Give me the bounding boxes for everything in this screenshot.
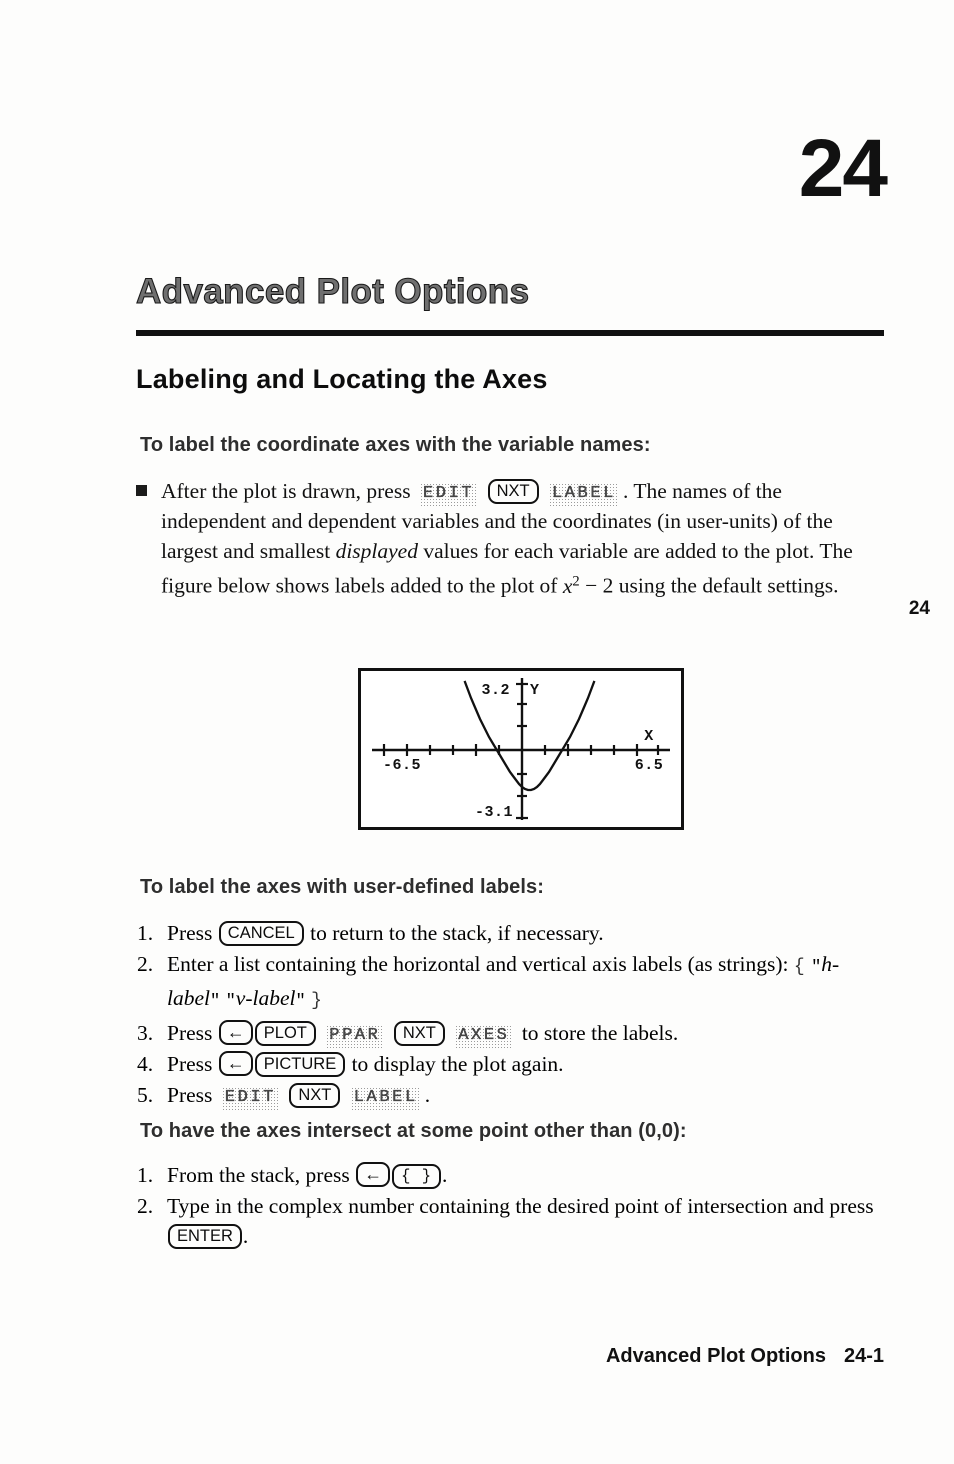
step-body: Press ← PLOT PPAR NXT AXES to store the l…: [167, 1018, 885, 1048]
bullet-paragraph-block: After the plot is drawn, press EDIT NXT …: [136, 476, 881, 601]
steps-axes-intersect: 1. From the stack, press ←{ }. 2. Type i…: [137, 1160, 885, 1252]
step-body: From the stack, press ←{ }.: [167, 1160, 885, 1190]
step-pre-text: Press: [167, 921, 213, 945]
softkey-edit[interactable]: EDIT: [221, 1087, 279, 1110]
quote-close-v: ": [295, 992, 306, 1011]
margin-chapter-tab: 24: [908, 598, 930, 619]
footer-page-number: 24-1: [843, 1345, 884, 1367]
list-item: 3. Press ← PLOT PPAR NXT AXES to store th…: [137, 1018, 885, 1048]
step-post-text: to return to the stack, if necessary.: [310, 921, 604, 945]
math-expression: x2: [562, 573, 580, 598]
list-item: 4. Press ← PICTURE to display the plot ag…: [137, 1049, 885, 1079]
key-nxt[interactable]: NXT: [487, 479, 539, 504]
softkey-ppar[interactable]: PPAR: [326, 1025, 384, 1048]
math-tail: − 2: [585, 573, 614, 598]
list-item: 2. Type in the complex number containing…: [137, 1191, 885, 1251]
step-post-text: .: [242, 1224, 249, 1248]
softkey-label[interactable]: LABEL: [548, 483, 619, 506]
key-nxt[interactable]: NXT: [289, 1083, 341, 1108]
bullet-text: After the plot is drawn, press EDIT NXT …: [161, 476, 881, 601]
step-body: Press EDIT NXT LABEL.: [167, 1080, 885, 1110]
quote-open-h: ": [811, 958, 822, 977]
key-nxt[interactable]: NXT: [393, 1021, 445, 1046]
chapter-title: Advanced Plot Options: [135, 271, 530, 311]
step-body: Press ← PICTURE to display the plot again…: [167, 1049, 885, 1079]
math-base: x: [562, 573, 573, 598]
softkey-label[interactable]: LABEL: [350, 1087, 421, 1110]
title-divider: [136, 330, 884, 336]
subheading-label-coordinate-axes: To label the coordinate axes with the va…: [140, 434, 651, 456]
key-braces[interactable]: { }: [392, 1164, 441, 1189]
key-left-shift[interactable]: ←: [356, 1162, 391, 1187]
quote-open-v: ": [225, 992, 236, 1011]
key-left-shift[interactable]: ←: [218, 1051, 253, 1076]
page-footer: Advanced Plot Options 24-1: [606, 1345, 884, 1368]
plot-svg: 3.2 Y -6.5 6.5 X -3.1: [372, 678, 670, 821]
softkey-axes[interactable]: AXES: [455, 1025, 513, 1048]
step-number: 2.: [137, 1194, 154, 1218]
bullet-emphasis: displayed: [335, 539, 418, 563]
key-plot[interactable]: PLOT: [254, 1021, 316, 1046]
step-number: 3.: [137, 1021, 154, 1045]
subheading-user-defined-labels: To label the axes with user-defined labe…: [140, 876, 545, 898]
step-post-text: .: [442, 1163, 448, 1187]
figure-calculator-plot: 3.2 Y -6.5 6.5 X -3.1: [358, 668, 684, 830]
step-number: 5.: [137, 1083, 154, 1107]
step-pre-text: Type in the complex number containing th…: [167, 1194, 874, 1218]
literal-brace-close: }: [311, 991, 323, 1011]
step-pre-text: From the stack, press: [167, 1163, 350, 1187]
key-left-shift[interactable]: ←: [218, 1020, 253, 1045]
step-pre-text: Enter a list containing the horizontal a…: [167, 952, 789, 976]
list-item: 1. Press CANCEL to return to the stack, …: [137, 918, 885, 948]
key-picture[interactable]: PICTURE: [254, 1052, 346, 1077]
label-y-max: 3.2: [481, 682, 510, 699]
step-pre-text: Press: [167, 1052, 213, 1076]
step-pre-text: Press: [167, 1083, 213, 1107]
section-heading: Labeling and Locating the Axes: [136, 364, 548, 394]
label-y-min: -3.1: [475, 804, 513, 821]
label-x-max: 6.5: [635, 757, 664, 774]
footer-title: Advanced Plot Options: [605, 1345, 826, 1367]
list-item: 5. Press EDIT NXT LABEL.: [137, 1080, 885, 1110]
step-post-text: to display the plot again.: [351, 1052, 564, 1076]
step-pre-text: Press: [167, 1021, 213, 1045]
quote-close-h: ": [210, 992, 221, 1011]
bullet-square-icon: [136, 485, 147, 496]
step-body: Enter a list containing the horizontal a…: [167, 949, 885, 1017]
step-number: 4.: [137, 1052, 154, 1076]
chapter-number: 24: [798, 123, 888, 214]
step-post-text: .: [424, 1083, 431, 1107]
step-number: 1.: [137, 921, 154, 945]
literal-v-label: v-label: [235, 986, 296, 1010]
list-item: 1. From the stack, press ←{ }.: [137, 1160, 885, 1190]
literal-brace-open: {: [793, 957, 806, 977]
bullet-lead-text: After the plot is drawn, press: [161, 479, 411, 503]
step-body: Press CANCEL to return to the stack, if …: [167, 918, 885, 948]
step-post-text: to store the labels.: [521, 1021, 679, 1045]
key-enter[interactable]: ENTER: [168, 1224, 242, 1249]
list-item: 2. Enter a list containing the horizonta…: [137, 949, 885, 1017]
document-page: 24 Advanced Plot Options Labeling and Lo…: [0, 0, 954, 1464]
label-y-axis-name: Y: [530, 682, 540, 699]
step-body: Type in the complex number containing th…: [167, 1191, 885, 1251]
steps-user-defined-labels: 1. Press CANCEL to return to the stack, …: [137, 918, 885, 1111]
softkey-edit[interactable]: EDIT: [419, 483, 478, 506]
label-x-min: -6.5: [383, 757, 421, 774]
math-exponent: 2: [572, 573, 580, 589]
key-cancel[interactable]: CANCEL: [218, 921, 304, 946]
label-x-axis-name: X: [644, 728, 654, 745]
bullet-rest-3: using the default settings.: [618, 573, 839, 598]
step-number: 2.: [137, 952, 154, 976]
subheading-axes-intersect: To have the axes intersect at some point…: [140, 1120, 687, 1142]
step-number: 1.: [137, 1163, 154, 1187]
